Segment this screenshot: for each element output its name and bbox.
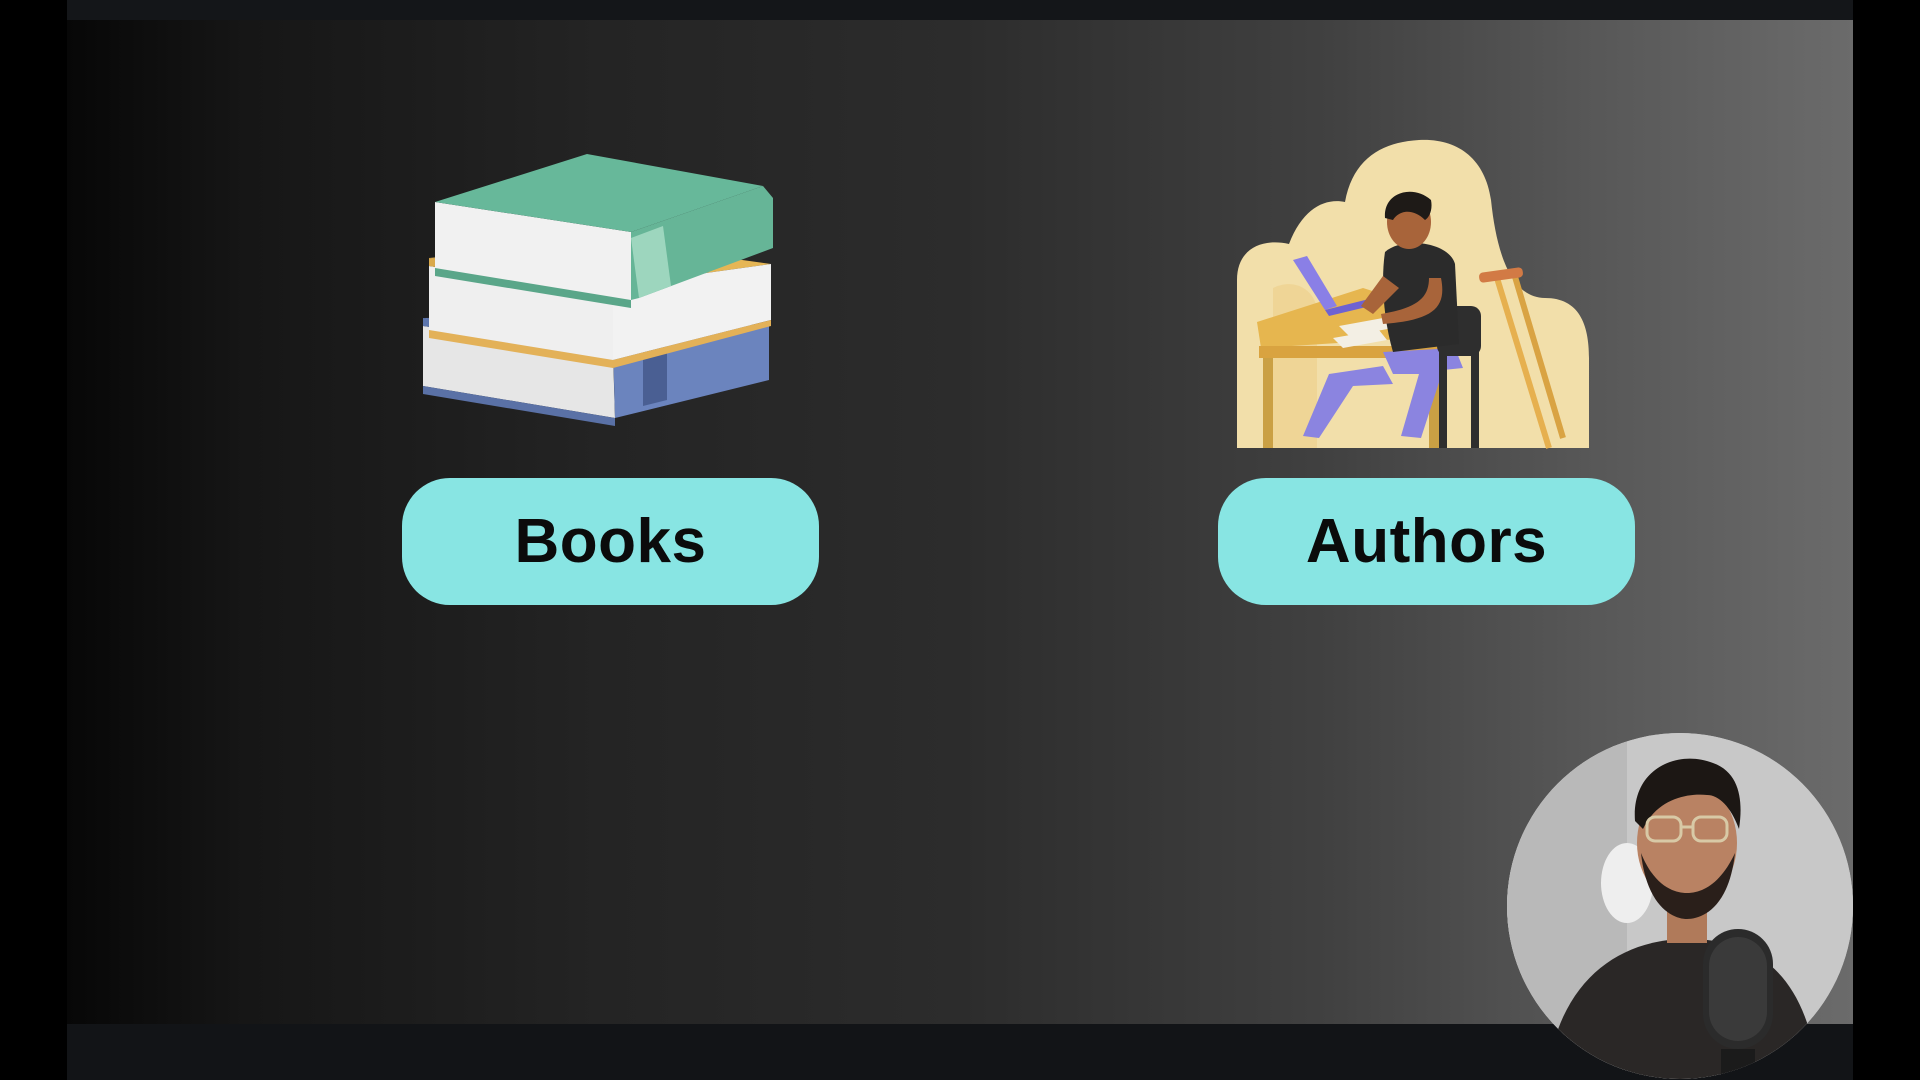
books-label-pill: Books	[402, 478, 819, 605]
books-label: Books	[514, 507, 707, 576]
authors-label-pill: Authors	[1218, 478, 1635, 605]
author-writing-icon	[1237, 139, 1589, 449]
authors-label: Authors	[1305, 507, 1548, 576]
top-frame-strip	[67, 0, 1853, 20]
presenter-avatar-icon	[1507, 733, 1853, 1079]
books-stack-icon	[423, 154, 773, 426]
presenter-webcam	[1507, 733, 1853, 1079]
